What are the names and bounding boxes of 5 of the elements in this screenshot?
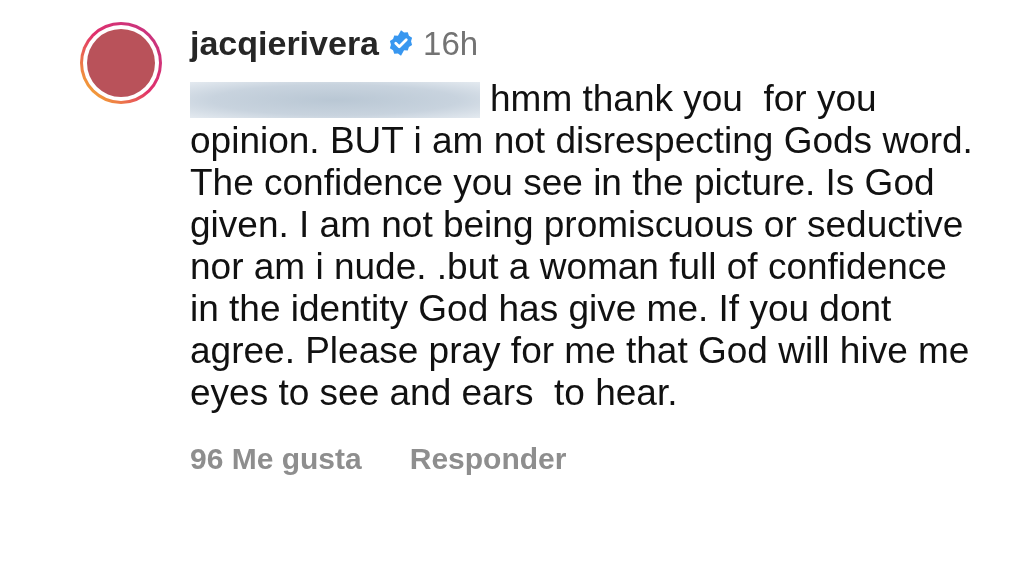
username[interactable]: jacqierivera: [190, 26, 380, 60]
photo-placeholder: [87, 29, 155, 97]
likes-count[interactable]: 96 Me gusta: [190, 436, 362, 481]
reply-button[interactable]: Responder: [409, 436, 567, 481]
timestamp: 16h: [423, 26, 479, 60]
